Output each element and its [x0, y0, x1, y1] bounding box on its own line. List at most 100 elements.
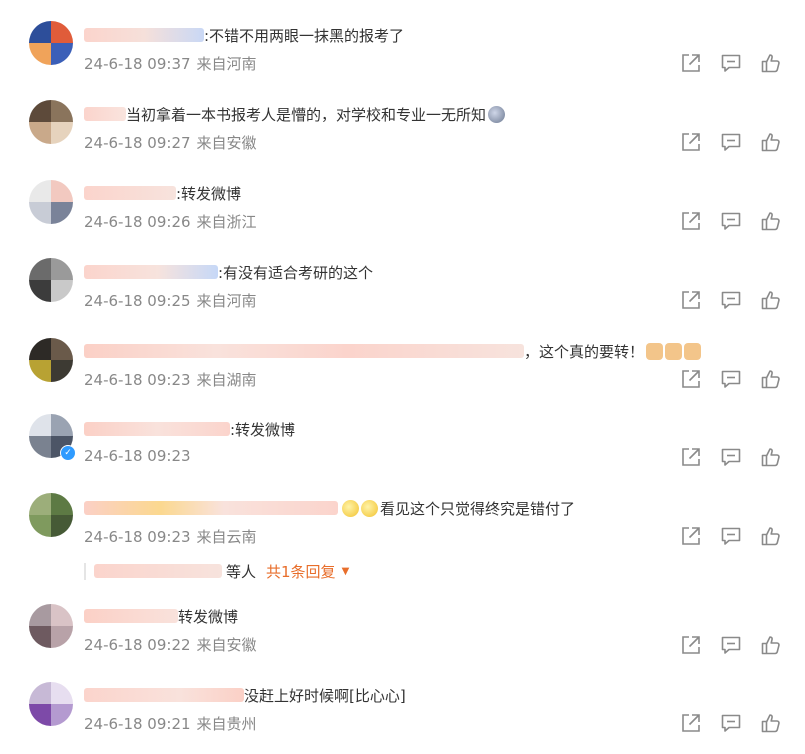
- emoji-icon: [342, 499, 359, 517]
- comment-actions: [680, 634, 782, 656]
- comment-icon[interactable]: [720, 712, 742, 734]
- comment-icon[interactable]: [720, 525, 742, 547]
- comment-text-line: :转发微博: [84, 418, 295, 440]
- comment-time: 24-6-18 09:23: [84, 371, 191, 389]
- username-blurred[interactable]: [84, 422, 230, 436]
- share-icon[interactable]: [680, 368, 702, 390]
- username-blurred[interactable]: [84, 186, 176, 200]
- share-icon[interactable]: [680, 446, 702, 468]
- comment-actions: [680, 131, 782, 153]
- share-icon[interactable]: [680, 210, 702, 232]
- like-icon[interactable]: [760, 131, 782, 153]
- comment-text-line: 转发微博: [84, 605, 238, 627]
- comment-time: 24-6-18 09:23: [84, 447, 191, 465]
- avatar[interactable]: [29, 493, 73, 537]
- avatar[interactable]: [29, 21, 73, 65]
- reply-users-blurred[interactable]: [94, 564, 222, 578]
- username-blurred[interactable]: [84, 28, 204, 42]
- comment-text: :转发微博: [176, 184, 242, 203]
- comment-text: :转发微博: [230, 420, 296, 439]
- share-icon[interactable]: [680, 289, 702, 311]
- comment-source: 来自安徽: [196, 134, 257, 152]
- comment-text: ，这个真的要转！: [524, 342, 645, 361]
- avatar[interactable]: [29, 100, 73, 144]
- comment-meta: 24-6-18 09:23 来自湖南: [84, 369, 257, 390]
- comment-icon[interactable]: [720, 368, 742, 390]
- like-icon[interactable]: [760, 368, 782, 390]
- comment-text: 看见这个只觉得终究是错付了: [380, 499, 576, 518]
- username-blurred[interactable]: [84, 344, 524, 358]
- comment-source: 来自湖南: [196, 371, 257, 389]
- like-icon[interactable]: [760, 525, 782, 547]
- like-icon[interactable]: [760, 52, 782, 74]
- reply-suffix: 等人: [226, 562, 257, 581]
- comment-text-line: :转发微博: [84, 182, 241, 204]
- avatar[interactable]: [29, 258, 73, 302]
- emoji-icon: [488, 105, 506, 123]
- comment-text: 当初拿着一本书报考人是懵的，对学校和专业一无所知: [126, 105, 487, 124]
- comment-source: 来自云南: [196, 528, 257, 546]
- comment-time: 24-6-18 09:22: [84, 636, 191, 654]
- emoji-icon: [361, 499, 378, 517]
- thumbs-up-emoji-icon: [665, 342, 683, 360]
- comment-text-line: 当初拿着一本书报考人是懵的，对学校和专业一无所知: [84, 103, 506, 125]
- like-icon[interactable]: [760, 446, 782, 468]
- like-icon[interactable]: [760, 289, 782, 311]
- comment-text-line: :有没有适合考研的这个: [84, 261, 373, 283]
- comment-source: 来自浙江: [196, 213, 257, 231]
- comment-text-line: 没赶上好时候啊[比心心]: [84, 684, 406, 706]
- comment-meta: 24-6-18 09:23 来自云南: [84, 526, 257, 547]
- comment-meta: 24-6-18 09:27 来自安徽: [84, 132, 257, 153]
- share-icon[interactable]: [680, 712, 702, 734]
- comment-icon[interactable]: [720, 289, 742, 311]
- avatar[interactable]: [29, 682, 73, 726]
- comment-icon[interactable]: [720, 210, 742, 232]
- username-blurred[interactable]: [84, 107, 126, 121]
- share-icon[interactable]: [680, 131, 702, 153]
- comment-source: 来自贵州: [196, 715, 257, 733]
- like-icon[interactable]: [760, 210, 782, 232]
- avatar[interactable]: [29, 338, 73, 382]
- comment-text: :不错不用两眼一抹黑的报考了: [204, 26, 405, 45]
- username-blurred[interactable]: [84, 265, 218, 279]
- share-icon[interactable]: [680, 634, 702, 656]
- comment-meta: 24-6-18 09:26 来自浙江: [84, 211, 257, 232]
- comment-text-line: ，这个真的要转！: [84, 340, 702, 362]
- comment-time: 24-6-18 09:27: [84, 134, 191, 152]
- comment-time: 24-6-18 09:23: [84, 528, 191, 546]
- comment-time: 24-6-18 09:25: [84, 292, 191, 310]
- comment-meta: 24-6-18 09:25 来自河南: [84, 290, 257, 311]
- comment-icon[interactable]: [720, 52, 742, 74]
- avatar[interactable]: [29, 180, 73, 224]
- reply-divider: [84, 562, 86, 580]
- thumbs-up-emoji-icon: [684, 342, 702, 360]
- username-blurred[interactable]: [84, 688, 244, 702]
- comment-time: 24-6-18 09:21: [84, 715, 191, 733]
- avatar[interactable]: [29, 604, 73, 648]
- comment-actions: [680, 446, 782, 468]
- username-blurred[interactable]: [84, 501, 338, 515]
- share-icon[interactable]: [680, 525, 702, 547]
- share-icon[interactable]: [680, 52, 702, 74]
- comment-source: 来自河南: [196, 55, 257, 73]
- comment-source: 来自安徽: [196, 636, 257, 654]
- comment-icon[interactable]: [720, 446, 742, 468]
- comment-icon[interactable]: [720, 131, 742, 153]
- like-icon[interactable]: [760, 634, 782, 656]
- comment-time: 24-6-18 09:37: [84, 55, 191, 73]
- comment-time: 24-6-18 09:26: [84, 213, 191, 231]
- like-icon[interactable]: [760, 712, 782, 734]
- comment-text: 转发微博: [178, 607, 239, 626]
- username-blurred[interactable]: [84, 609, 178, 623]
- comment-actions: [680, 368, 782, 390]
- comment-meta: 24-6-18 09:23: [84, 447, 197, 465]
- comment-actions: [680, 210, 782, 232]
- comment-list: :不错不用两眼一抹黑的报考了 24-6-18 09:37 来自河南 当初拿着一本书…: [0, 0, 805, 754]
- comment-icon[interactable]: [720, 634, 742, 656]
- chevron-down-icon[interactable]: ▼: [342, 566, 350, 577]
- reply-count-link[interactable]: 共1条回复: [266, 561, 336, 582]
- verified-badge-icon: ✓: [60, 445, 76, 461]
- comment-actions: [680, 712, 782, 734]
- comment-meta: 24-6-18 09:22 来自安徽: [84, 634, 257, 655]
- comment-actions: [680, 289, 782, 311]
